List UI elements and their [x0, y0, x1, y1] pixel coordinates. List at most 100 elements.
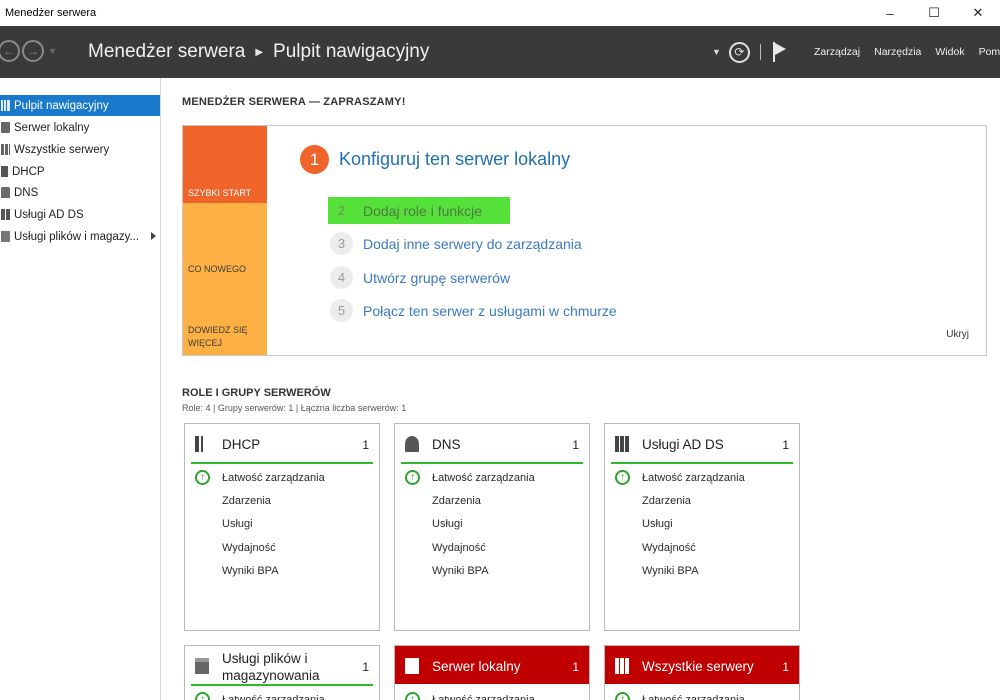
sidebar-item-dhcp[interactable]: DHCP — [0, 161, 160, 182]
role-card-all-servers[interactable]: Wszystkie serwery 1 ↑ Łatwość zarządzani… — [604, 645, 800, 700]
maximize-button[interactable]: ☐ — [912, 0, 956, 26]
refresh-icon[interactable]: ⟳ — [728, 41, 750, 63]
card-row-manageability[interactable]: Łatwość zarządzania — [222, 694, 325, 700]
card-row-performance[interactable]: Wydajność — [222, 542, 276, 554]
header-menu: Zarządzaj Narzędzia Widok Pomoc — [814, 46, 1000, 58]
step-add-roles[interactable]: 2 Dodaj role i funkcje — [328, 197, 510, 224]
step-link[interactable]: Dodaj inne serwery do zarządzania — [363, 236, 582, 252]
menu-tools[interactable]: Narzędzia — [874, 46, 921, 58]
server-icon — [1, 122, 10, 133]
card-row-services[interactable]: Usługi — [642, 518, 673, 530]
card-title: Serwer lokalny — [432, 659, 521, 674]
role-card-file-services[interactable]: Usługi plików i magazynowania 1 ↑ Łatwoś… — [184, 645, 380, 700]
card-row-bpa[interactable]: Wyniki BPA — [432, 565, 489, 577]
menu-help[interactable]: Pomoc — [979, 46, 1000, 58]
role-card-local-server[interactable]: Serwer lokalny 1 ↑ Łatwość zarządzania — [394, 645, 590, 700]
breadcrumb-separator-icon: ▶ — [255, 46, 264, 58]
card-row-events[interactable]: Zdarzenia — [642, 495, 691, 507]
servers-icon — [1, 144, 10, 155]
status-ok-icon: ↑ — [615, 692, 630, 700]
breadcrumb-page: Pulpit nawigacyjny — [273, 41, 430, 62]
card-row-services[interactable]: Usługi — [222, 518, 253, 530]
dhcp-icon — [1, 166, 8, 177]
step-add-servers[interactable]: 3 Dodaj inne serwery do zarządzania — [328, 230, 582, 257]
card-header[interactable]: Wszystkie serwery 1 — [605, 646, 799, 684]
breadcrumb-app[interactable]: Menedżer serwera — [88, 41, 245, 63]
title-bar: Menedżer serwera – ☐ ✕ — [0, 0, 1000, 26]
card-title: Usługi plików i magazynowania — [222, 651, 320, 683]
submenu-arrow-icon[interactable] — [151, 232, 156, 240]
sidebar-item-all-servers[interactable]: Wszystkie serwery — [0, 139, 160, 160]
card-header[interactable]: Usługi AD DS 1 — [605, 424, 799, 462]
card-row-manageability[interactable]: Łatwość zarządzania — [642, 472, 745, 484]
card-row-manageability[interactable]: Łatwość zarządzania — [432, 472, 535, 484]
card-count: 1 — [782, 660, 789, 674]
minimize-button[interactable]: – — [868, 0, 912, 26]
card-row-events[interactable]: Zdarzenia — [432, 495, 481, 507]
card-header[interactable]: DHCP 1 — [185, 424, 379, 462]
minimize-icon: – — [886, 5, 894, 21]
tile-whats-new[interactable]: CO NOWEGO — [183, 203, 267, 279]
close-button[interactable]: ✕ — [956, 0, 1000, 26]
card-row-manageability[interactable]: Łatwość zarządzania — [432, 694, 535, 700]
header-divider — [759, 44, 761, 60]
app-header: ← → ▼ Menedżer serwera ▶ Pulpit nawigacy… — [0, 26, 1000, 78]
step-number: 3 — [330, 232, 353, 255]
sidebar-item-local-server[interactable]: Serwer lokalny — [0, 117, 160, 138]
card-row-performance[interactable]: Wydajność — [642, 542, 696, 554]
step-number: 1 — [300, 145, 329, 174]
card-row-performance[interactable]: Wydajność — [432, 542, 486, 554]
breadcrumb-dropdown-icon[interactable]: ▼ — [712, 47, 721, 57]
roles-title: ROLE I GRUPY SERWERÓW — [182, 387, 331, 399]
window-title: Menedżer serwera — [5, 7, 97, 19]
card-title: DHCP — [222, 437, 261, 452]
card-header[interactable]: Serwer lokalny 1 — [395, 646, 589, 684]
sidebar-item-dashboard[interactable]: Pulpit nawigacyjny — [0, 95, 160, 116]
hide-link[interactable]: Ukryj — [946, 329, 969, 340]
step-link[interactable]: Konfiguruj ten serwer lokalny — [339, 149, 570, 170]
tile-quick-start[interactable]: SZYBKI START — [183, 126, 267, 203]
status-ok-icon: ↑ — [405, 692, 420, 700]
card-row-manageability[interactable]: Łatwość zarządzania — [642, 694, 745, 700]
role-card-dns[interactable]: DNS 1 ↑ Łatwość zarządzania Zdarzenia Us… — [394, 423, 590, 631]
sidebar-item-file-services[interactable]: Usługi plików i magazy... — [0, 226, 160, 247]
sidebar-item-dns[interactable]: DNS — [0, 182, 160, 203]
sidebar-item-ad-ds[interactable]: Usługi AD DS — [0, 204, 160, 225]
card-header[interactable]: DNS 1 — [395, 424, 589, 462]
maximize-icon: ☐ — [928, 5, 940, 20]
step-create-group[interactable]: 4 Utwórz grupę serwerów — [328, 264, 510, 291]
step-connect-cloud[interactable]: 5 Połącz ten serwer z usługami w chmurze — [328, 297, 617, 324]
card-row-manageability[interactable]: Łatwość zarządzania — [222, 472, 325, 484]
back-button[interactable]: ← — [0, 40, 20, 62]
card-row-bpa[interactable]: Wyniki BPA — [222, 565, 279, 577]
card-header[interactable]: Usługi plików i magazynowania 1 — [185, 646, 379, 700]
ad-ds-icon — [1, 209, 10, 220]
roles-summary: Role: 4 | Grupy serwerów: 1 | Łączna lic… — [182, 403, 407, 413]
menu-manage[interactable]: Zarządzaj — [814, 46, 860, 58]
sidebar-item-label: Pulpit nawigacyjny — [14, 99, 109, 112]
step-link[interactable]: Utwórz grupę serwerów — [363, 270, 510, 286]
notifications-flag-icon[interactable] — [771, 42, 787, 62]
history-dropdown-icon[interactable]: ▼ — [48, 46, 57, 56]
menu-view[interactable]: Widok — [935, 46, 964, 58]
step-link[interactable]: Połącz ten serwer z usługami w chmurze — [363, 303, 617, 319]
status-bar — [611, 462, 793, 464]
step-configure-local-server[interactable]: 1 Konfiguruj ten serwer lokalny — [300, 145, 570, 174]
role-card-dhcp[interactable]: DHCP 1 ↑ Łatwość zarządzania Zdarzenia U… — [184, 423, 380, 631]
card-row-services[interactable]: Usługi — [432, 518, 463, 530]
status-ok-icon: ↑ — [615, 470, 630, 485]
file-services-icon — [195, 658, 209, 674]
status-ok-icon: ↑ — [195, 692, 210, 700]
step-link[interactable]: Dodaj role i funkcje — [363, 203, 482, 219]
servers-icon — [615, 658, 629, 674]
role-card-ad-ds[interactable]: Usługi AD DS 1 ↑ Łatwość zarządzania Zda… — [604, 423, 800, 631]
card-row-bpa[interactable]: Wyniki BPA — [642, 565, 699, 577]
back-arrow-icon: ← — [3, 44, 15, 58]
status-bar — [191, 462, 373, 464]
forward-button[interactable]: → — [22, 40, 44, 62]
window-controls: – ☐ ✕ — [868, 0, 1000, 26]
card-row-events[interactable]: Zdarzenia — [222, 495, 271, 507]
tile-learn-more[interactable]: DOWIEDZ SIĘ WIĘCEJ — [183, 279, 267, 355]
header-tools: ▼ ⟳ — [712, 40, 787, 64]
card-title: DNS — [432, 437, 461, 452]
